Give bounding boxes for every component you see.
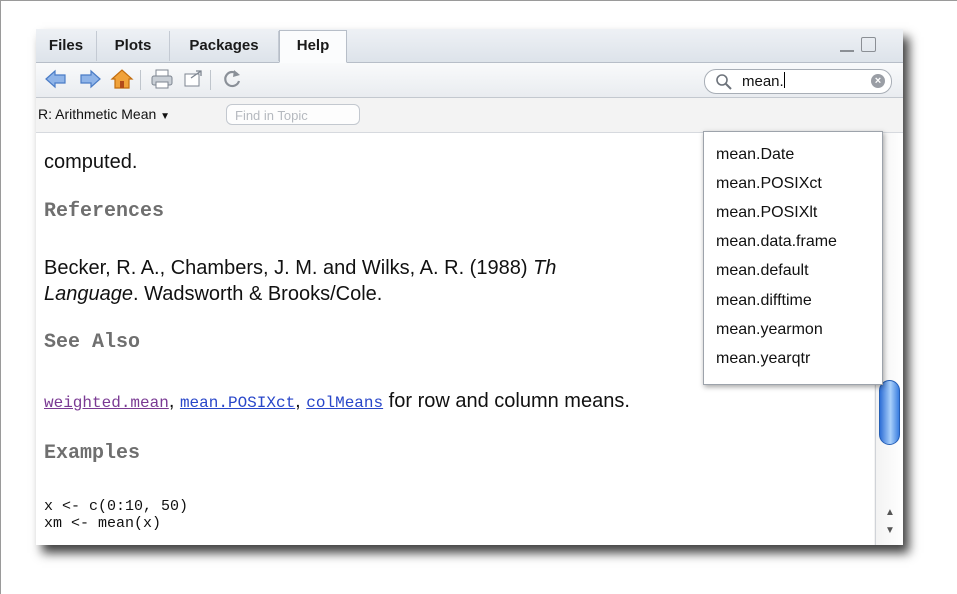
tab-files[interactable]: Files (36, 31, 97, 61)
new-window-icon[interactable] (181, 67, 205, 91)
help-search-input[interactable]: mean. × (704, 69, 892, 94)
section-header-see-also: See Also (44, 331, 141, 354)
topic-dropdown[interactable]: R: Arithmetic Mean ▼ (38, 106, 170, 122)
help-pane: Files Plots Packages Help mean. × R: Ari… (36, 29, 903, 545)
topic-bar: R: Arithmetic Mean ▼ Find in Topic (36, 98, 903, 133)
link-weighted-mean[interactable]: weighted.mean (44, 394, 169, 412)
suggestion-item[interactable]: mean.default (716, 262, 809, 280)
scroll-up-icon[interactable]: ▲ (881, 505, 899, 521)
toolbar-separator (210, 70, 211, 90)
suggestion-item[interactable]: mean.POSIXct (716, 175, 822, 193)
forward-arrow-icon[interactable] (78, 67, 102, 91)
suggestion-item[interactable]: mean.difftime (716, 292, 812, 310)
suggestion-item[interactable]: mean.Date (716, 146, 794, 164)
maximize-pane-button[interactable] (861, 37, 876, 52)
clear-search-icon[interactable]: × (871, 74, 885, 88)
section-header-examples: Examples (44, 442, 141, 465)
see-also-line: weighted.mean, mean.POSIXct, colMeans fo… (44, 390, 630, 412)
tab-packages[interactable]: Packages (170, 31, 279, 61)
scrollbar-thumb[interactable] (879, 380, 900, 445)
reference-publisher: . Wadsworth & Brooks/Cole. (132, 283, 383, 305)
minimize-pane-button[interactable] (840, 43, 854, 52)
tab-bar: Files Plots Packages Help (36, 29, 903, 63)
print-icon[interactable] (150, 67, 174, 91)
tab-help[interactable]: Help (279, 30, 347, 63)
suggestion-item[interactable]: mean.yearqtr (716, 350, 810, 368)
content-text: computed. (44, 151, 138, 173)
topic-title: R: Arithmetic Mean (38, 106, 157, 122)
frame-border-left (0, 0, 1, 594)
search-icon (716, 74, 732, 90)
text-caret (783, 72, 785, 88)
suggestion-item[interactable]: mean.data.frame (716, 233, 837, 251)
help-toolbar: mean. × (36, 63, 903, 98)
reference-line-2: Language. Wadsworth & Brooks/Cole. (44, 283, 382, 306)
reference-title-start: Th (533, 257, 557, 279)
chevron-down-icon: ▼ (160, 111, 171, 122)
reference-title-end: Language (44, 283, 133, 305)
reference-line-1: Becker, R. A., Chambers, J. M. and Wilks… (44, 257, 556, 280)
tab-plots[interactable]: Plots (97, 31, 170, 61)
example-code-line: x <- c(0:10, 50) (44, 498, 189, 515)
frame-border-top (0, 0, 957, 1)
example-code-line: xm <- mean(x) (44, 515, 162, 532)
home-icon[interactable] (110, 67, 134, 91)
search-suggestions-dropdown: mean.Date mean.POSIXct mean.POSIXlt mean… (703, 131, 883, 385)
find-in-topic-input[interactable]: Find in Topic (226, 104, 360, 125)
see-also-suffix: for row and column means. (383, 390, 630, 412)
scroll-down-icon[interactable]: ▼ (881, 523, 899, 539)
refresh-icon[interactable] (220, 67, 244, 91)
reference-authors: Becker, R. A., Chambers, J. M. and Wilks… (44, 257, 534, 279)
link-mean-posixct[interactable]: mean.POSIXct (180, 394, 295, 412)
suggestion-item[interactable]: mean.POSIXlt (716, 204, 817, 222)
section-header-references: References (44, 200, 165, 223)
link-colmeans[interactable]: colMeans (306, 394, 383, 412)
back-arrow-icon[interactable] (44, 67, 68, 91)
suggestion-item[interactable]: mean.yearmon (716, 321, 823, 339)
search-value: mean. (742, 73, 784, 90)
toolbar-separator (140, 70, 141, 90)
